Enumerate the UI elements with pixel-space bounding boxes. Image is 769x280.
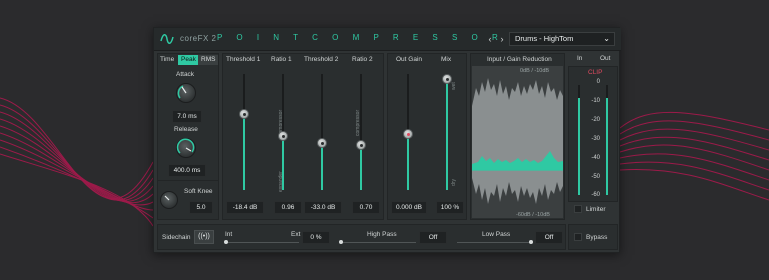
bypass-label: Bypass [586,234,608,241]
release-knob-arc [176,138,195,154]
speaker-icon: ((•)) [198,233,210,240]
release-value[interactable]: 400.0 ms [168,164,206,177]
ratio1-value[interactable]: 0.96 [274,201,302,214]
meter-scale-30: -30 [591,136,600,142]
gain-reduction-graph [472,66,563,218]
threshold1-fill [243,114,245,190]
threshold1-label: Threshold 1 [226,56,261,63]
sidechain-listen-button[interactable]: ((•)) [194,230,214,244]
outgain-value[interactable]: 0.000 dB [391,201,427,214]
mix-fill [446,79,448,190]
meter-scale-10: -10 [591,98,600,104]
thumb-grip-icon [360,144,363,147]
highpass-value[interactable]: Off [419,231,447,244]
chevron-down-icon: ⌄ [603,34,610,43]
attack-knob-arc [177,85,187,99]
sidechain-label: Sidechain [162,234,191,241]
release-knob[interactable] [176,138,196,158]
attack-label: Attack [176,71,195,78]
highpass-handle[interactable] [339,240,343,244]
attack-value[interactable]: 7.0 ms [172,110,202,123]
release-label: Release [174,126,198,133]
thumb-grip-icon [243,113,246,116]
mix-label: Mix [441,56,452,63]
rms-toggle[interactable]: RMS [198,55,219,65]
plugin-title: P O I N T C O M P R E S S O R [217,33,504,42]
highpass-label: High Pass [367,231,397,238]
ratio1-fill [282,136,284,190]
ratio2-slider-thumb[interactable] [356,140,366,150]
gain-reduction-title: Input / Gain Reduction [487,56,552,63]
thumb-grip-icon [282,135,285,138]
corefx-logo-icon [160,34,174,44]
meter-out-level [606,98,608,195]
sidechain-int-label: Int [225,231,233,238]
thumb-grip-icon [407,133,410,136]
meter-scale-20: -20 [591,117,600,123]
mix-value[interactable]: 100 % [436,201,464,214]
thumb-grip-icon [321,142,324,145]
ratio1-slider-thumb[interactable] [278,131,288,141]
meter-scale-50: -50 [591,174,600,180]
brand-label: coreFX 2 [180,34,217,43]
lowpass-label: Low Pass [482,231,511,238]
threshold2-label: Threshold 2 [304,56,339,63]
mix-dry-label: dry [451,179,457,186]
gr-scale-bottom: -60dB / -10dB [516,212,550,218]
ratio2-fill [360,145,362,190]
highpass-track[interactable] [340,242,416,243]
ratio2-value[interactable]: 0.70 [352,201,380,214]
lowpass-value[interactable]: Off [535,231,563,244]
sidechain-int-ext-handle[interactable] [224,240,228,244]
sidechain-ext-label: Ext [291,231,301,238]
meter-scale-0: 0 [596,79,600,85]
ratio2-label: Ratio 2 [352,56,373,63]
gr-scale-top: 0dB / -10dB [520,68,550,74]
soft-knee-value[interactable]: 5.0 [189,201,213,214]
threshold2-value[interactable]: -33.0 dB [304,201,342,214]
preset-dropdown[interactable]: Drums - HighTom ⌄ [509,32,615,46]
preset-name: Drums - HighTom [515,34,574,43]
lowpass-track[interactable] [457,242,533,243]
meter-out-label: Out [600,55,611,62]
clip-indicator[interactable]: CLIP [588,69,602,76]
meter-in-label: In [577,55,583,62]
soft-knee-knob[interactable] [160,191,178,209]
compressor-plugin-window: coreFX 2 P O I N T C O M P R E S S O R ‹… [153,27,621,253]
outgain-fill [407,134,409,190]
preset-prev-button[interactable]: ‹ [484,33,496,45]
outgain-label: Out Gain [396,56,423,63]
lowpass-handle[interactable] [529,240,533,244]
meter-scale-40: -40 [591,155,600,161]
time-label: Time [160,56,175,63]
soft-knee-knob-arc [164,195,170,201]
threshold1-slider-thumb[interactable] [239,109,249,119]
preset-next-button[interactable]: › [496,33,508,45]
soft-knee-label: Soft Knee [184,188,213,195]
meter-panel [568,66,618,202]
attack-knob[interactable] [176,83,196,103]
limiter-checkbox[interactable] [574,205,582,213]
meter-scale-60: -60 [591,192,600,198]
thumb-grip-icon [446,78,449,81]
ratio1-label: Ratio 1 [271,56,292,63]
sidechain-mix-value[interactable]: 0 % [302,231,330,244]
mix-slider-thumb[interactable] [442,74,452,84]
sidechain-int-ext-track[interactable] [225,242,299,243]
threshold2-fill [321,143,323,190]
threshold2-slider-thumb[interactable] [317,138,327,148]
meter-in-level [578,98,580,195]
threshold1-value[interactable]: -18.4 dB [226,201,264,214]
peak-toggle[interactable]: Peak [178,55,199,65]
outgain-slider-thumb[interactable] [403,129,413,139]
bypass-checkbox[interactable] [574,233,582,241]
limiter-label: Limiter [586,206,606,213]
